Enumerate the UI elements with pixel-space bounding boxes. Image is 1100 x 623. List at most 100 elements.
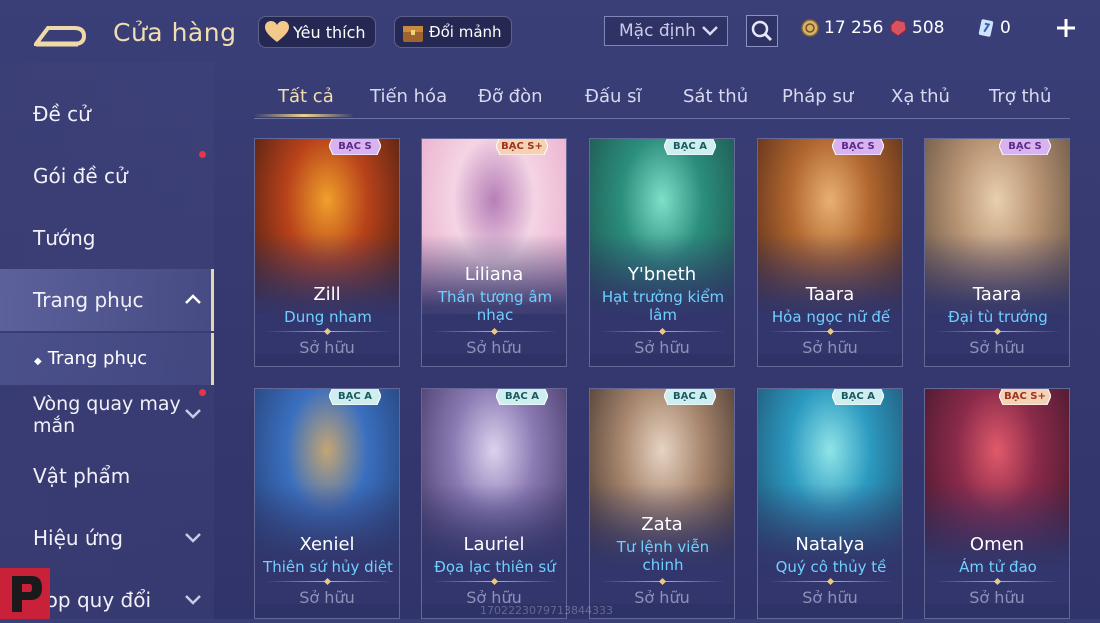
voucher-currency: 0 xyxy=(976,18,1011,38)
app-logo xyxy=(0,568,50,619)
skin-card[interactable]: BẠC A Zata Tư lệnh viễn chinh Sở hữu xyxy=(589,388,735,619)
owned-status: Sở hữu xyxy=(802,338,858,357)
hero-name: Natalya xyxy=(795,534,865,555)
tab-all[interactable]: Tất cả xyxy=(278,86,334,107)
heart-icon xyxy=(264,20,290,44)
tab-support[interactable]: Trợ thủ xyxy=(989,86,1051,107)
sidebar-item-exchange[interactable]: hop quy đổi xyxy=(33,588,151,612)
top-bar: Cửa hàng Yêu thích Đổi mảnh Mặc định 17 … xyxy=(0,0,1100,62)
hero-name: Taara xyxy=(805,284,855,305)
owned-status: Sở hữu xyxy=(802,588,858,607)
skin-card[interactable]: BẠC A Xeniel Thiên sứ hủy diệt Sở hữu xyxy=(254,388,400,619)
hero-name: Lauriel xyxy=(463,534,525,555)
sort-value: Mặc định xyxy=(619,21,696,41)
skin-card[interactable]: BẠC S+ Liliana Thần tượng âm nhạc Sở hữu xyxy=(421,138,567,367)
gem-currency: 508 xyxy=(888,18,944,38)
skin-card[interactable]: BẠC S Taara Hỏa ngọc nữ đế Sở hữu xyxy=(757,138,903,367)
skin-name: Thiên sứ hủy diệt xyxy=(263,558,393,576)
hero-name: Xeniel xyxy=(299,534,355,555)
tier-badge: BẠC S xyxy=(832,139,884,155)
sidebar-item-lucky-wheel[interactable]: Vòng quay may mắn xyxy=(33,393,183,437)
sidebar-item-items[interactable]: Vật phẩm xyxy=(33,464,130,488)
tier-badge: BẠC S xyxy=(329,139,381,155)
tier-badge: BẠC A xyxy=(664,139,716,155)
tab-assassin[interactable]: Sát thủ xyxy=(683,86,748,107)
gold-coin-icon xyxy=(800,18,820,38)
skin-card[interactable]: BẠC A Natalya Quý cô thủy tề Sở hữu xyxy=(757,388,903,619)
sidebar-item-recommended[interactable]: Đề cử xyxy=(33,102,91,126)
sidebar-item-heroes[interactable]: Tướng xyxy=(33,226,96,250)
diamond-bullet-icon: ◆ xyxy=(34,356,42,367)
tier-badge: BẠC A xyxy=(329,389,381,405)
hero-name: Omen xyxy=(969,534,1025,555)
sidebar-subitem-skins[interactable]: ◆ Trang phục xyxy=(34,348,147,369)
owned-status: Sở hữu xyxy=(634,338,690,357)
chevron-up-icon[interactable] xyxy=(184,293,202,305)
tier-badge: BẠC A xyxy=(496,389,548,405)
skin-name: Quý cô thủy tề xyxy=(775,558,887,576)
red-gem-icon xyxy=(888,18,908,38)
chevron-down-icon xyxy=(702,26,718,36)
skin-name: Hỏa ngọc nữ đế xyxy=(771,308,891,326)
tab-tank[interactable]: Đỡ đòn xyxy=(478,86,543,107)
treasure-chest-icon xyxy=(400,20,426,44)
search-button[interactable] xyxy=(746,15,778,47)
voucher-value: 0 xyxy=(1000,18,1011,38)
skin-name: Tư lệnh viễn chinh xyxy=(616,538,710,574)
favorites-label: Yêu thích xyxy=(293,22,366,42)
tier-badge: BẠC S xyxy=(999,139,1051,155)
skin-card[interactable]: BẠC S Zill Dung nham Sở hữu xyxy=(254,138,400,367)
tab-mage[interactable]: Pháp sư xyxy=(782,86,853,107)
tier-badge: BẠC A xyxy=(832,389,884,405)
owned-status: Sở hữu xyxy=(969,588,1025,607)
owned-status: Sở hữu xyxy=(299,338,355,357)
skin-card[interactable]: BẠC S+ Omen Ám tử đao Sở hữu xyxy=(924,388,1070,619)
gold-value: 17 256 xyxy=(824,18,884,38)
chevron-down-icon[interactable] xyxy=(184,532,202,544)
active-tab-indicator xyxy=(254,114,354,117)
skin-name: Đại tù trưởng xyxy=(948,308,1048,326)
favorites-button[interactable]: Yêu thích xyxy=(258,16,376,48)
back-arrow-icon[interactable] xyxy=(32,22,88,48)
tier-badge: BẠC S+ xyxy=(496,139,548,155)
skin-card[interactable]: BẠC A Y'bneth Hạt trưởng kiểm lâm Sở hữu xyxy=(589,138,735,367)
chevron-down-icon[interactable] xyxy=(184,408,202,420)
gem-value: 508 xyxy=(912,18,945,38)
tier-badge: BẠC S+ xyxy=(999,389,1051,405)
skin-name: Dung nham xyxy=(284,308,372,326)
skin-name: Hạt trưởng kiểm lâm xyxy=(601,288,725,324)
add-currency-icon[interactable] xyxy=(1052,14,1080,42)
hero-name: Zill xyxy=(313,284,341,305)
skin-name: Ám tử đao xyxy=(959,558,1037,576)
skin-card[interactable]: BẠC A Lauriel Đọa lạc thiên sứ Sở hữu xyxy=(421,388,567,619)
search-icon xyxy=(751,20,773,42)
tab-marksman[interactable]: Xạ thủ xyxy=(891,86,950,107)
fragments-exchange-button[interactable]: Đổi mảnh xyxy=(394,16,512,48)
sidebar-item-skins[interactable]: Trang phục xyxy=(33,288,144,312)
tab-evolution[interactable]: Tiến hóa xyxy=(370,86,447,107)
hero-name: Taara xyxy=(972,284,1022,305)
sort-dropdown[interactable]: Mặc định xyxy=(604,16,728,46)
sidebar-item-effects[interactable]: Hiệu ứng xyxy=(33,526,123,550)
sidebar-item-recommended-packs[interactable]: Gói đề cử xyxy=(33,164,128,188)
page-title: Cửa hàng xyxy=(113,18,237,47)
owned-status: Sở hữu xyxy=(969,338,1025,357)
gold-currency: 17 256 xyxy=(800,18,883,38)
skin-card[interactable]: BẠC S Taara Đại tù trưởng Sở hữu xyxy=(924,138,1070,367)
chevron-down-icon[interactable] xyxy=(184,594,202,606)
owned-status: Sở hữu xyxy=(466,338,522,357)
hero-name: Liliana xyxy=(464,264,524,285)
tier-badge: BẠC A xyxy=(664,389,716,405)
skin-name: Đọa lạc thiên sứ xyxy=(434,558,556,576)
notification-dot xyxy=(199,151,206,158)
notification-dot xyxy=(199,389,206,396)
skin-name: Thần tượng âm nhạc xyxy=(437,288,553,324)
owned-status: Sở hữu xyxy=(299,588,355,607)
watermark: 1702223079713844333 xyxy=(480,604,613,617)
voucher-icon xyxy=(976,18,996,38)
hero-name: Zata xyxy=(641,514,683,535)
fragments-label: Đổi mảnh xyxy=(429,23,502,41)
hero-name: Y'bneth xyxy=(627,264,697,285)
tab-fighter[interactable]: Đấu sĩ xyxy=(585,86,642,107)
category-tabs: Tất cả Tiến hóa Đỡ đòn Đấu sĩ Sát thủ Ph… xyxy=(254,78,1070,119)
